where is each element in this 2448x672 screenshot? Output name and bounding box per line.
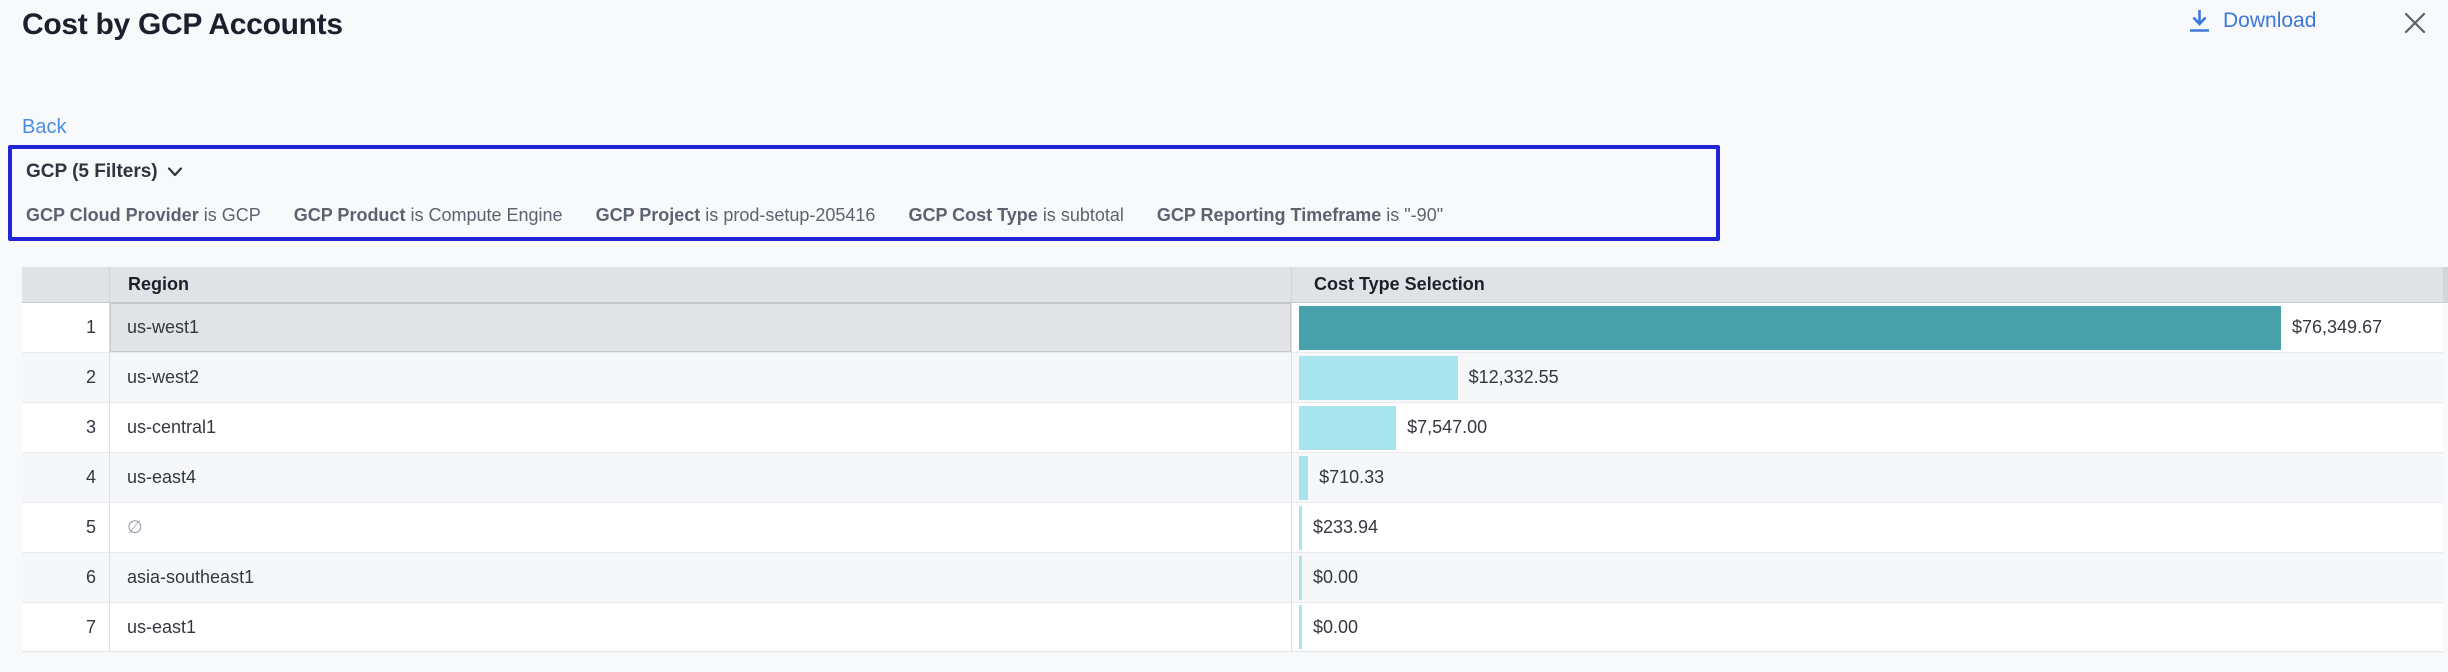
cost-bar	[1299, 356, 1458, 400]
row-number-cell: 7	[22, 603, 110, 651]
region-cell[interactable]: us-west1	[110, 303, 1292, 352]
cost-cell[interactable]: $710.33	[1292, 453, 2443, 502]
table-row: 2 us-west2 $12,332.55	[22, 353, 2443, 403]
cost-bar	[1299, 556, 1302, 600]
cost-cell[interactable]: $0.00	[1292, 553, 2443, 602]
row-number-cell: 3	[22, 403, 110, 452]
cost-table: Region Cost Type Selection 1 us-west1 $7…	[22, 267, 2443, 652]
filter-group-toggle[interactable]: GCP (5 Filters)	[26, 161, 183, 183]
region-cell[interactable]: ∅	[110, 503, 1292, 552]
row-number-cell: 1	[22, 303, 110, 352]
table-row: 7 us-east1 $0.00	[22, 603, 2443, 652]
cost-value: $0.00	[1313, 617, 1358, 638]
table-row: 3 us-central1 $7,547.00	[22, 403, 2443, 453]
table-row: 5 ∅ $233.94	[22, 503, 2443, 553]
download-label: Download	[2223, 9, 2316, 33]
filter-panel: GCP (5 Filters) GCP Cloud Provider is GC…	[8, 145, 1720, 241]
row-number-cell: 5	[22, 503, 110, 552]
close-button[interactable]	[2398, 6, 2432, 40]
download-icon	[2188, 8, 2211, 33]
table-row: 4 us-east4 $710.33	[22, 453, 2443, 503]
region-cell[interactable]: us-east4	[110, 453, 1292, 502]
cost-value: $7,547.00	[1407, 417, 1487, 438]
chevron-down-icon	[167, 167, 183, 177]
table-header-row: Region Cost Type Selection	[22, 267, 2443, 303]
region-cell[interactable]: us-east1	[110, 603, 1292, 651]
cost-cell[interactable]: $0.00	[1292, 603, 2443, 651]
region-cell[interactable]: asia-southeast1	[110, 553, 1292, 602]
region-cell[interactable]: us-central1	[110, 403, 1292, 452]
page-title: Cost by GCP Accounts	[22, 8, 343, 42]
download-button[interactable]: Download	[2188, 8, 2316, 33]
table-row: 6 asia-southeast1 $0.00	[22, 553, 2443, 603]
row-number-cell: 4	[22, 453, 110, 502]
filter-item-cost-type: GCP Cost Type is subtotal	[908, 205, 1123, 226]
cost-bar	[1299, 406, 1396, 450]
cost-cell[interactable]: $233.94	[1292, 503, 2443, 552]
back-link[interactable]: Back	[22, 116, 66, 139]
row-number-cell: 6	[22, 553, 110, 602]
filter-item-product: GCP Product is Compute Engine	[294, 205, 563, 226]
cost-bar	[1299, 306, 2281, 350]
cost-bar	[1299, 506, 1302, 550]
region-column-header[interactable]: Region	[110, 267, 1292, 302]
filter-item-cloud-provider: GCP Cloud Provider is GCP	[26, 205, 261, 226]
cost-value: $233.94	[1313, 517, 1378, 538]
cost-value: $12,332.55	[1469, 367, 1559, 388]
cost-value: $76,349.67	[2292, 317, 2382, 338]
cost-bar	[1299, 605, 1302, 649]
null-region-value: ∅	[127, 517, 143, 538]
filter-item-reporting-timeframe: GCP Reporting Timeframe is "-90"	[1157, 205, 1443, 226]
filter-summary-label: GCP (5 Filters)	[26, 161, 158, 183]
cost-column-header[interactable]: Cost Type Selection	[1292, 267, 2443, 302]
row-number-cell: 2	[22, 353, 110, 402]
region-cell[interactable]: us-west2	[110, 353, 1292, 402]
scrollbar-corner	[2443, 267, 2448, 303]
close-icon	[2401, 9, 2429, 37]
cost-cell[interactable]: $7,547.00	[1292, 403, 2443, 452]
cost-value: $710.33	[1319, 467, 1384, 488]
filter-items: GCP Cloud Provider is GCP GCP Product is…	[26, 205, 1443, 226]
cost-cell[interactable]: $12,332.55	[1292, 353, 2443, 402]
cost-cell[interactable]: $76,349.67	[1292, 303, 2443, 352]
cost-bar	[1299, 456, 1308, 500]
table-row: 1 us-west1 $76,349.67	[22, 303, 2443, 353]
cost-value: $0.00	[1313, 567, 1358, 588]
filter-item-project: GCP Project is prod-setup-205416	[596, 205, 876, 226]
row-number-column-header	[22, 267, 110, 302]
